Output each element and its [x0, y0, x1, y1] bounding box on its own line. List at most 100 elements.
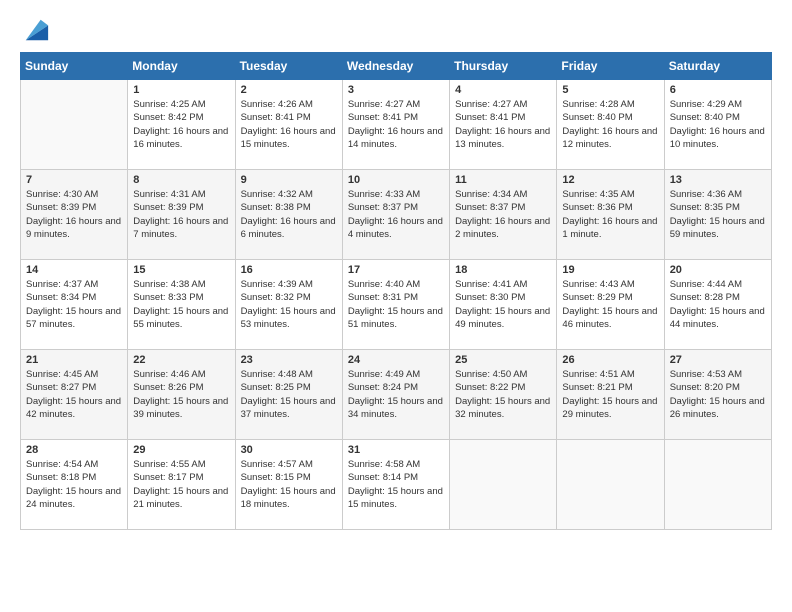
day-number: 22 [133, 354, 229, 366]
calendar-cell [450, 440, 557, 530]
day-info: Sunrise: 4:32 AMSunset: 8:38 PMDaylight:… [241, 188, 337, 241]
calendar-cell: 22 Sunrise: 4:46 AMSunset: 8:26 PMDayligh… [128, 350, 235, 440]
day-info: Sunrise: 4:33 AMSunset: 8:37 PMDaylight:… [348, 188, 444, 241]
calendar-header: SundayMondayTuesdayWednesdayThursdayFrid… [21, 53, 772, 80]
calendar-cell: 7Sunrise: 4:30 AMSunset: 8:39 PMDaylight… [21, 170, 128, 260]
calendar-cell: 13 Sunrise: 4:36 AMSunset: 8:35 PMDayligh… [664, 170, 771, 260]
day-number: 2 [241, 84, 337, 96]
column-header-sunday: Sunday [21, 53, 128, 80]
day-info: Sunrise: 4:35 AMSunset: 8:36 PMDaylight:… [562, 188, 658, 241]
logo [20, 16, 50, 44]
day-info: Sunrise: 4:58 AMSunset: 8:14 PMDaylight:… [348, 458, 444, 511]
week-row-4: 21Sunrise: 4:45 AMSunset: 8:27 PMDayligh… [21, 350, 772, 440]
day-info: Sunrise: 4:27 AMSunset: 8:41 PMDaylight:… [455, 98, 551, 151]
day-number: 26 [562, 354, 658, 366]
day-number: 3 [348, 84, 444, 96]
calendar-cell: 18 Sunrise: 4:41 AMSunset: 8:30 PMDayligh… [450, 260, 557, 350]
day-number: 27 [670, 354, 766, 366]
day-info: Sunrise: 4:50 AMSunset: 8:22 PMDaylight:… [455, 368, 551, 421]
day-number: 21 [26, 354, 122, 366]
calendar-cell [664, 440, 771, 530]
calendar-cell: 5 Sunrise: 4:28 AMSunset: 8:40 PMDaylight… [557, 80, 664, 170]
calendar-cell: 30 Sunrise: 4:57 AMSunset: 8:15 PMDayligh… [235, 440, 342, 530]
week-row-1: 1 Sunrise: 4:25 AMSunset: 8:42 PMDaylight… [21, 80, 772, 170]
day-info: Sunrise: 4:54 AMSunset: 8:18 PMDaylight:… [26, 458, 122, 511]
calendar-cell: 28 Sunrise: 4:54 AMSunset: 8:18 PMDayligh… [21, 440, 128, 530]
day-info: Sunrise: 4:28 AMSunset: 8:40 PMDaylight:… [562, 98, 658, 151]
day-number: 16 [241, 264, 337, 276]
calendar-cell: 1 Sunrise: 4:25 AMSunset: 8:42 PMDaylight… [128, 80, 235, 170]
calendar-cell: 6 Sunrise: 4:29 AMSunset: 8:40 PMDaylight… [664, 80, 771, 170]
day-number: 20 [670, 264, 766, 276]
calendar-cell: 4 Sunrise: 4:27 AMSunset: 8:41 PMDaylight… [450, 80, 557, 170]
column-header-tuesday: Tuesday [235, 53, 342, 80]
day-number: 14 [26, 264, 122, 276]
calendar-cell: 14Sunrise: 4:37 AMSunset: 8:34 PMDayligh… [21, 260, 128, 350]
day-number: 31 [348, 444, 444, 456]
calendar-cell: 31 Sunrise: 4:58 AMSunset: 8:14 PMDayligh… [342, 440, 449, 530]
day-number: 9 [241, 174, 337, 186]
logo-icon [22, 16, 50, 44]
day-number: 24 [348, 354, 444, 366]
calendar-cell: 2 Sunrise: 4:26 AMSunset: 8:41 PMDaylight… [235, 80, 342, 170]
day-number: 6 [670, 84, 766, 96]
day-number: 13 [670, 174, 766, 186]
calendar-cell: 16 Sunrise: 4:39 AMSunset: 8:32 PMDayligh… [235, 260, 342, 350]
day-info: Sunrise: 4:38 AMSunset: 8:33 PMDaylight:… [133, 278, 229, 331]
calendar-cell: 12 Sunrise: 4:35 AMSunset: 8:36 PMDayligh… [557, 170, 664, 260]
day-info: Sunrise: 4:43 AMSunset: 8:29 PMDaylight:… [562, 278, 658, 331]
calendar-cell: 21Sunrise: 4:45 AMSunset: 8:27 PMDayligh… [21, 350, 128, 440]
calendar-cell: 9 Sunrise: 4:32 AMSunset: 8:38 PMDaylight… [235, 170, 342, 260]
day-number: 30 [241, 444, 337, 456]
calendar-cell: 29Sunrise: 4:55 AMSunset: 8:17 PMDayligh… [128, 440, 235, 530]
week-row-2: 7Sunrise: 4:30 AMSunset: 8:39 PMDaylight… [21, 170, 772, 260]
day-info: Sunrise: 4:57 AMSunset: 8:15 PMDaylight:… [241, 458, 337, 511]
day-info: Sunrise: 4:48 AMSunset: 8:25 PMDaylight:… [241, 368, 337, 421]
day-number: 10 [348, 174, 444, 186]
day-info: Sunrise: 4:26 AMSunset: 8:41 PMDaylight:… [241, 98, 337, 151]
day-number: 18 [455, 264, 551, 276]
calendar-cell [557, 440, 664, 530]
calendar-cell: 23Sunrise: 4:48 AMSunset: 8:25 PMDayligh… [235, 350, 342, 440]
day-info: Sunrise: 4:31 AMSunset: 8:39 PMDaylight:… [133, 188, 229, 241]
day-info: Sunrise: 4:39 AMSunset: 8:32 PMDaylight:… [241, 278, 337, 331]
day-info: Sunrise: 4:44 AMSunset: 8:28 PMDaylight:… [670, 278, 766, 331]
day-info: Sunrise: 4:46 AMSunset: 8:26 PMDaylight:… [133, 368, 229, 421]
week-row-5: 28 Sunrise: 4:54 AMSunset: 8:18 PMDayligh… [21, 440, 772, 530]
column-header-monday: Monday [128, 53, 235, 80]
day-number: 11 [455, 174, 551, 186]
column-header-saturday: Saturday [664, 53, 771, 80]
week-row-3: 14Sunrise: 4:37 AMSunset: 8:34 PMDayligh… [21, 260, 772, 350]
day-number: 28 [26, 444, 122, 456]
calendar-table: SundayMondayTuesdayWednesdayThursdayFrid… [20, 52, 772, 530]
day-number: 15 [133, 264, 229, 276]
day-info: Sunrise: 4:41 AMSunset: 8:30 PMDaylight:… [455, 278, 551, 331]
day-info: Sunrise: 4:51 AMSunset: 8:21 PMDaylight:… [562, 368, 658, 421]
calendar-cell: 8 Sunrise: 4:31 AMSunset: 8:39 PMDaylight… [128, 170, 235, 260]
calendar-cell: 17 Sunrise: 4:40 AMSunset: 8:31 PMDayligh… [342, 260, 449, 350]
day-number: 17 [348, 264, 444, 276]
day-number: 29 [133, 444, 229, 456]
day-info: Sunrise: 4:40 AMSunset: 8:31 PMDaylight:… [348, 278, 444, 331]
column-header-friday: Friday [557, 53, 664, 80]
day-number: 1 [133, 84, 229, 96]
column-header-thursday: Thursday [450, 53, 557, 80]
day-info: Sunrise: 4:53 AMSunset: 8:20 PMDaylight:… [670, 368, 766, 421]
day-number: 12 [562, 174, 658, 186]
day-info: Sunrise: 4:30 AMSunset: 8:39 PMDaylight:… [26, 188, 122, 241]
calendar-cell: 24Sunrise: 4:49 AMSunset: 8:24 PMDayligh… [342, 350, 449, 440]
calendar-cell: 15 Sunrise: 4:38 AMSunset: 8:33 PMDayligh… [128, 260, 235, 350]
day-number: 25 [455, 354, 551, 366]
day-number: 8 [133, 174, 229, 186]
day-info: Sunrise: 4:29 AMSunset: 8:40 PMDaylight:… [670, 98, 766, 151]
day-number: 4 [455, 84, 551, 96]
day-info: Sunrise: 4:36 AMSunset: 8:35 PMDaylight:… [670, 188, 766, 241]
day-number: 5 [562, 84, 658, 96]
calendar-body: 1 Sunrise: 4:25 AMSunset: 8:42 PMDaylight… [21, 80, 772, 530]
calendar-cell: 10 Sunrise: 4:33 AMSunset: 8:37 PMDayligh… [342, 170, 449, 260]
day-info: Sunrise: 4:25 AMSunset: 8:42 PMDaylight:… [133, 98, 229, 151]
calendar-cell: 19 Sunrise: 4:43 AMSunset: 8:29 PMDayligh… [557, 260, 664, 350]
day-number: 19 [562, 264, 658, 276]
calendar-cell: 27 Sunrise: 4:53 AMSunset: 8:20 PMDayligh… [664, 350, 771, 440]
calendar-cell: 11Sunrise: 4:34 AMSunset: 8:37 PMDayligh… [450, 170, 557, 260]
